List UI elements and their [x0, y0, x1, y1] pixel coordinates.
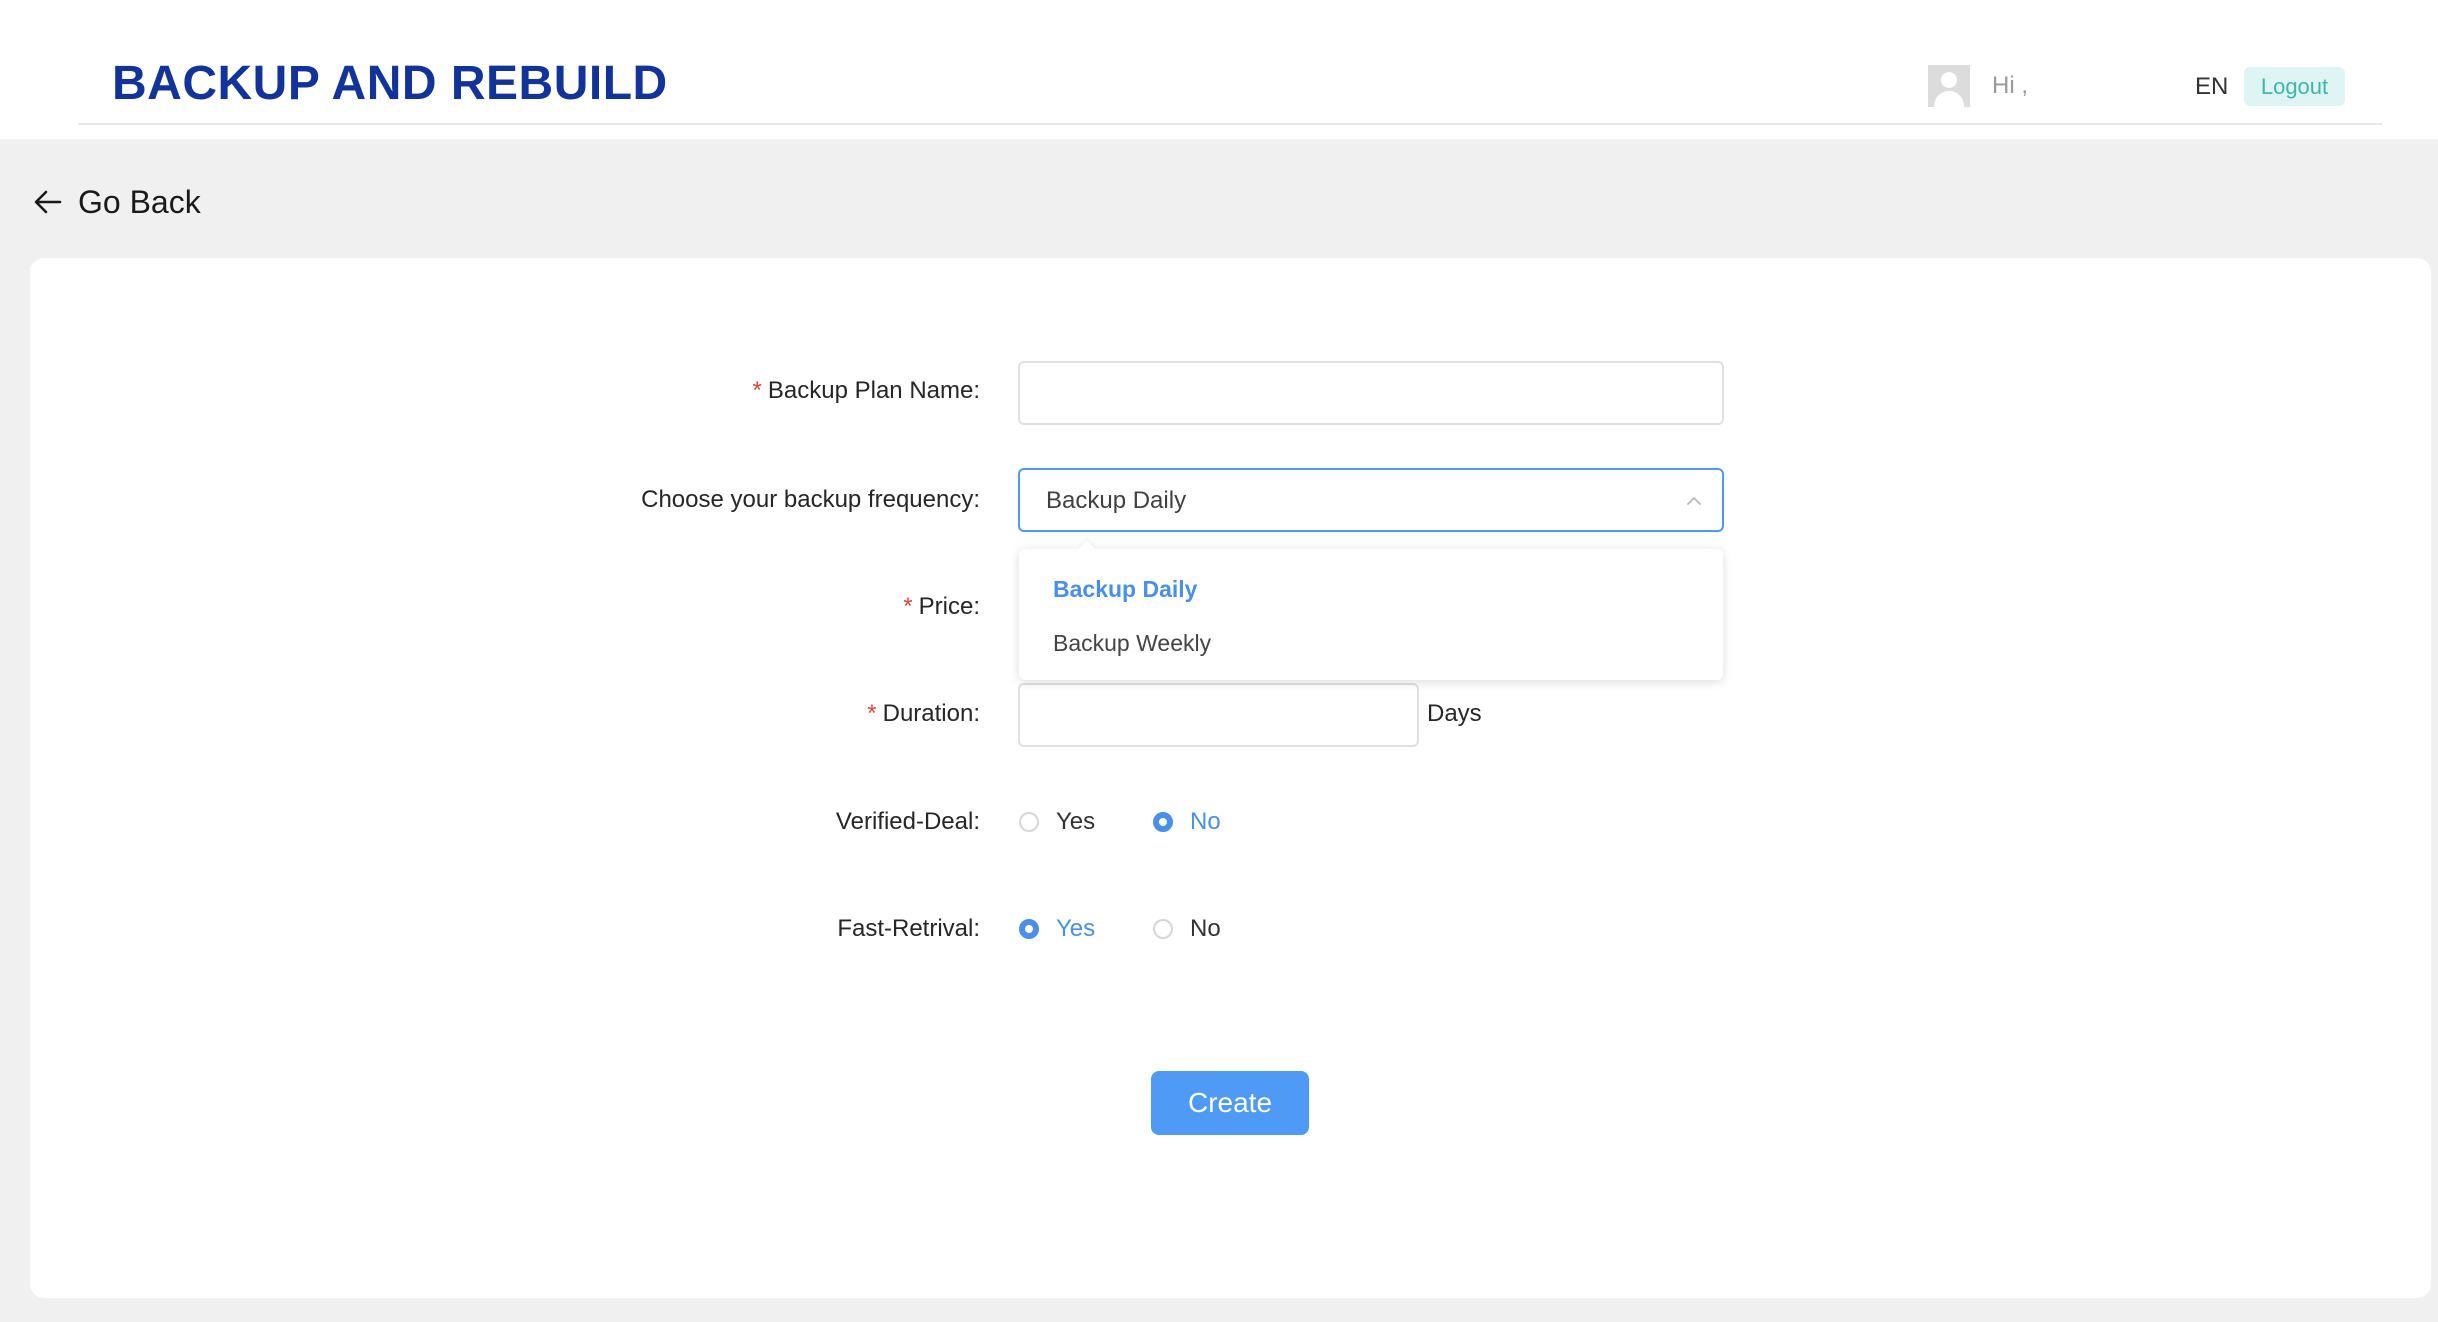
language-selector[interactable]: EN — [2195, 73, 2228, 101]
radio-circle-selected — [1019, 919, 1039, 939]
fast-retrival-label: Fast-Retrival: — [837, 915, 980, 942]
price-label: * Price: — [903, 593, 980, 621]
fast-retrival-no-radio[interactable]: No — [1153, 915, 1221, 943]
avatar[interactable] — [1928, 65, 1970, 107]
user-greeting: Hi , — [1992, 72, 2028, 99]
create-button[interactable]: Create — [1151, 1071, 1309, 1135]
plan-name-label-text: Backup Plan Name: — [767, 377, 980, 404]
avatar-head-shape — [1941, 72, 1957, 88]
frequency-dropdown-menu: Backup Daily Backup Weekly — [1019, 540, 1723, 680]
frequency-label: Choose your backup frequency: — [641, 486, 980, 513]
price-label-text: Price: — [918, 593, 980, 620]
required-mark: * — [752, 377, 762, 404]
radio-circle — [1019, 812, 1039, 832]
go-back-link[interactable]: Go Back — [32, 180, 201, 224]
radio-label: No — [1190, 915, 1221, 942]
radio-circle — [1153, 919, 1173, 939]
frequency-selected-value: Backup Daily — [1046, 487, 1187, 514]
top-header: BACKUP AND REBUILD Hi , EN Logout — [0, 0, 2438, 139]
radio-circle-selected — [1153, 812, 1173, 832]
frequency-option-weekly[interactable]: Backup Weekly — [1053, 630, 1211, 657]
frequency-select[interactable]: Backup Daily — [1018, 468, 1724, 532]
fast-retrival-yes-radio[interactable]: Yes — [1019, 915, 1095, 943]
header-divider — [78, 123, 2382, 125]
radio-label: No — [1190, 808, 1221, 835]
chevron-up-icon — [1687, 497, 1701, 505]
required-mark: * — [867, 700, 877, 727]
logout-button[interactable]: Logout — [2244, 67, 2345, 106]
frequency-option-daily[interactable]: Backup Daily — [1053, 576, 1197, 603]
verified-deal-label: Verified-Deal: — [835, 808, 980, 835]
radio-label: Yes — [1056, 915, 1096, 942]
radio-label: Yes — [1056, 808, 1096, 835]
avatar-body-shape — [1934, 91, 1964, 107]
duration-unit: Days — [1427, 700, 1482, 727]
duration-input[interactable] — [1018, 683, 1419, 747]
go-back-label: Go Back — [78, 183, 201, 220]
verified-deal-yes-radio[interactable]: Yes — [1019, 808, 1095, 836]
app-title: BACKUP AND REBUILD — [112, 57, 668, 110]
duration-label-text: Duration: — [882, 700, 980, 727]
duration-label: * Duration: — [867, 700, 980, 728]
arrow-left-icon — [34, 190, 62, 214]
verified-deal-no-radio[interactable]: No — [1153, 808, 1221, 836]
plan-name-input[interactable] — [1018, 361, 1724, 425]
required-mark: * — [903, 593, 913, 620]
plan-name-label: * Backup Plan Name: — [753, 377, 980, 405]
